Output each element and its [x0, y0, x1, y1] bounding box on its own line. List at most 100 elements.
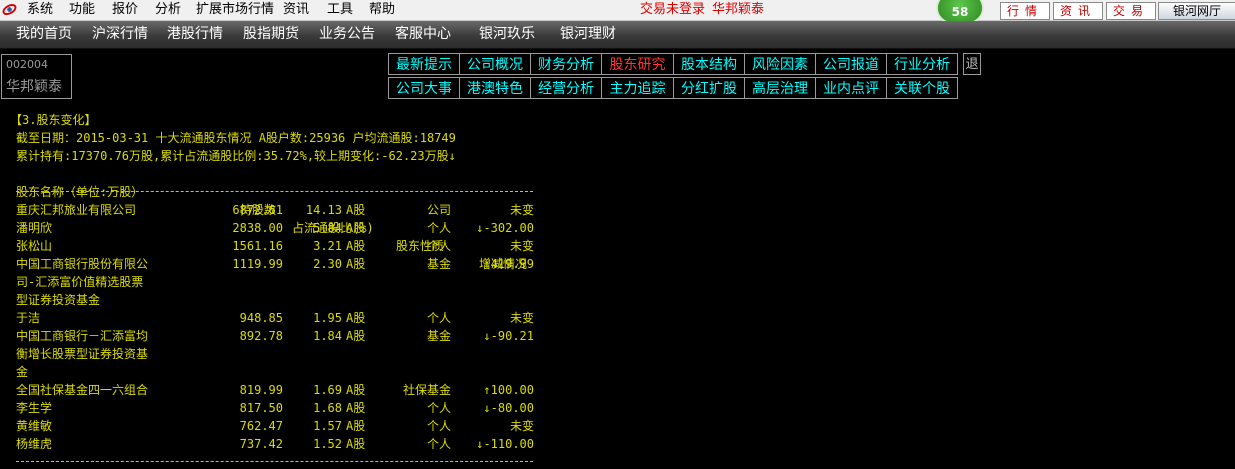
shares-held: 762.47	[239, 419, 283, 433]
table-row[interactable]: 全国社保基金四一六组合 819.99 1.69 A股 社保基金 ↑100.00	[16, 381, 536, 399]
shareholder-name: 李生学	[16, 401, 53, 415]
shares-held: 817.50	[239, 401, 283, 415]
shares-held: 6872.61	[232, 203, 283, 217]
tab-shareholder-research[interactable]: 股东研究	[601, 53, 674, 75]
menu-tools[interactable]: 工具	[327, 2, 353, 18]
shareholder-name: 重庆汇邦旅业有限公司	[16, 203, 137, 217]
shareholder-nature: 个人	[426, 221, 451, 235]
menu-help[interactable]: 帮助	[369, 2, 395, 18]
shares-held: 948.85	[239, 311, 283, 325]
tab-dividends[interactable]: 分红扩股	[673, 77, 745, 99]
table-row[interactable]: 中国工商银行股份有限公 司-汇添富价值精选股票 型证券投资基金 1119.99 2.…	[16, 255, 536, 307]
summary-line-1: 截至日期：2015-03-31 十大流通股东情况 A股户数:25936 户均流通…	[16, 131, 456, 145]
share-class: A股	[346, 257, 366, 271]
nav-galaxy-leisure[interactable]: 银河玖乐	[479, 21, 535, 48]
current-stock-name: 华邦颖泰	[712, 2, 765, 17]
shares-held: 1561.16	[232, 239, 283, 253]
tab-related-stocks[interactable]: 关联个股	[886, 77, 958, 99]
shareholder-name: 中国工商银行股份有限公 司-汇添富价值精选股票 型证券投资基金	[16, 257, 149, 307]
table-row[interactable]: 于洁 948.85 1.95 A股 个人 未变	[16, 309, 536, 327]
shareholder-nature: 个人	[426, 437, 451, 451]
nav-sh-sz-market[interactable]: 沪深行情	[92, 21, 148, 48]
share-class: A股	[346, 239, 366, 253]
nav-hk-market[interactable]: 港股行情	[167, 21, 223, 48]
holding-change: ↓-80.00	[483, 401, 534, 415]
login-status[interactable]: 交易未登录	[640, 2, 705, 18]
menu-system[interactable]: 系统	[27, 2, 53, 18]
shareholder-name: 张松山	[16, 239, 53, 253]
holding-change: ↓-302.00	[476, 221, 534, 235]
tab-company-profile[interactable]: 公司概况	[459, 53, 531, 75]
holding-change: ↑419.99	[483, 257, 534, 271]
float-ratio: 1.69	[313, 383, 342, 397]
holding-change: 未变	[509, 419, 534, 433]
share-class: A股	[346, 203, 366, 217]
nav-home[interactable]: 我的首页	[16, 21, 72, 48]
tab-business-analysis[interactable]: 经营分析	[530, 77, 602, 99]
menu-quote[interactable]: 报价	[112, 2, 138, 18]
tab-hk-macau-features[interactable]: 港澳特色	[459, 77, 531, 99]
nav-announcements[interactable]: 业务公告	[319, 21, 375, 48]
float-ratio: 1.57	[313, 419, 342, 433]
shareholder-nature: 公司	[426, 203, 451, 217]
shareholder-name: 杨维虎	[16, 437, 53, 451]
trade-button[interactable]: 交易	[1106, 2, 1156, 20]
section-title: 【3.股东变化】	[10, 113, 97, 127]
quote-button[interactable]: 行情	[1000, 2, 1050, 20]
menu-function[interactable]: 功能	[69, 2, 95, 18]
holding-change: ↑100.00	[483, 383, 534, 397]
col-header-name: 股东名称（单位:万股）	[16, 185, 144, 199]
tab-risk-factors[interactable]: 风险因素	[744, 53, 816, 75]
shareholder-name: 中国工商银行－汇添富均 衡增长股票型证券投资基 金	[16, 329, 149, 379]
nav-index-futures[interactable]: 股指期货	[243, 21, 299, 48]
tab-main-force-tracking[interactable]: 主力追踪	[601, 77, 674, 99]
table-row[interactable]: 李生学 817.50 1.68 A股 个人 ↓-80.00	[16, 399, 536, 417]
menu-bar: 系统 功能 报价 分析 扩展市场行情 资讯 工具 帮助 交易未登录 华邦颖泰 5…	[0, 0, 1235, 24]
nav-galaxy-wealth[interactable]: 银河理财	[560, 21, 616, 48]
nav-customer-service[interactable]: 客服中心	[395, 21, 451, 48]
tab-share-structure[interactable]: 股本结构	[673, 53, 745, 75]
holding-change: 未变	[509, 311, 534, 325]
table-row[interactable]: 潘明欣 2838.00 5.84 A股 个人 ↓-302.00	[16, 219, 536, 237]
table-row[interactable]: 重庆汇邦旅业有限公司 6872.61 14.13 A股 公司 未变	[16, 201, 536, 219]
share-class: A股	[346, 383, 366, 397]
news-button[interactable]: 资讯	[1053, 2, 1103, 20]
table-top-divider	[16, 191, 533, 192]
shareholder-nature: 社保基金	[402, 383, 451, 397]
holding-change: ↓-110.00	[476, 437, 534, 451]
float-ratio: 2.30	[313, 257, 342, 271]
shareholder-nature: 个人	[426, 311, 451, 325]
float-ratio: 5.84	[313, 221, 342, 235]
shareholder-nature: 基金	[426, 257, 451, 271]
holding-change: ↓-90.21	[483, 329, 534, 343]
share-class: A股	[346, 419, 366, 433]
float-ratio: 3.21	[313, 239, 342, 253]
shares-held: 1119.99	[232, 257, 283, 271]
table-row[interactable]: 杨维虎 737.42 1.52 A股 个人 ↓-110.00	[16, 435, 536, 453]
menu-extended-market[interactable]: 扩展市场行情	[196, 2, 274, 18]
shareholder-name: 黄维敏	[16, 419, 53, 433]
table-row[interactable]: 黄维敏 762.47 1.57 A股 个人 未变	[16, 417, 536, 435]
shareholder-nature: 基金	[426, 329, 451, 343]
float-ratio: 1.95	[313, 311, 342, 325]
tab-major-events[interactable]: 公司大事	[388, 77, 460, 99]
stock-code: 002004	[6, 58, 48, 71]
stock-name: 华邦颖泰	[6, 79, 62, 95]
shareholder-name: 潘明欣	[16, 221, 53, 235]
online-hall-button[interactable]: 银河网厅	[1158, 2, 1235, 20]
tab-latest-tips[interactable]: 最新提示	[388, 53, 460, 75]
f10-tab-grid: 最新提示 公司概况 财务分析 股东研究 股本结构 风险因素 公司报道 行业分析 …	[388, 53, 978, 101]
table-bottom-divider	[16, 461, 533, 462]
shares-held: 819.99	[239, 383, 283, 397]
menu-info[interactable]: 资讯	[283, 2, 309, 18]
tab-governance[interactable]: 高层治理	[744, 77, 816, 99]
exit-button[interactable]: 退	[963, 53, 981, 75]
menu-analysis[interactable]: 分析	[155, 2, 181, 18]
tab-industry-analysis[interactable]: 行业分析	[886, 53, 958, 75]
tab-company-reports[interactable]: 公司报道	[815, 53, 887, 75]
float-ratio: 1.68	[313, 401, 342, 415]
table-row[interactable]: 中国工商银行－汇添富均 衡增长股票型证券投资基 金 892.78 1.84 A股 基金 ↓…	[16, 327, 536, 379]
tab-financial-analysis[interactable]: 财务分析	[530, 53, 602, 75]
table-row[interactable]: 张松山 1561.16 3.21 A股 个人 未变	[16, 237, 536, 255]
tab-industry-comments[interactable]: 业内点评	[815, 77, 887, 99]
